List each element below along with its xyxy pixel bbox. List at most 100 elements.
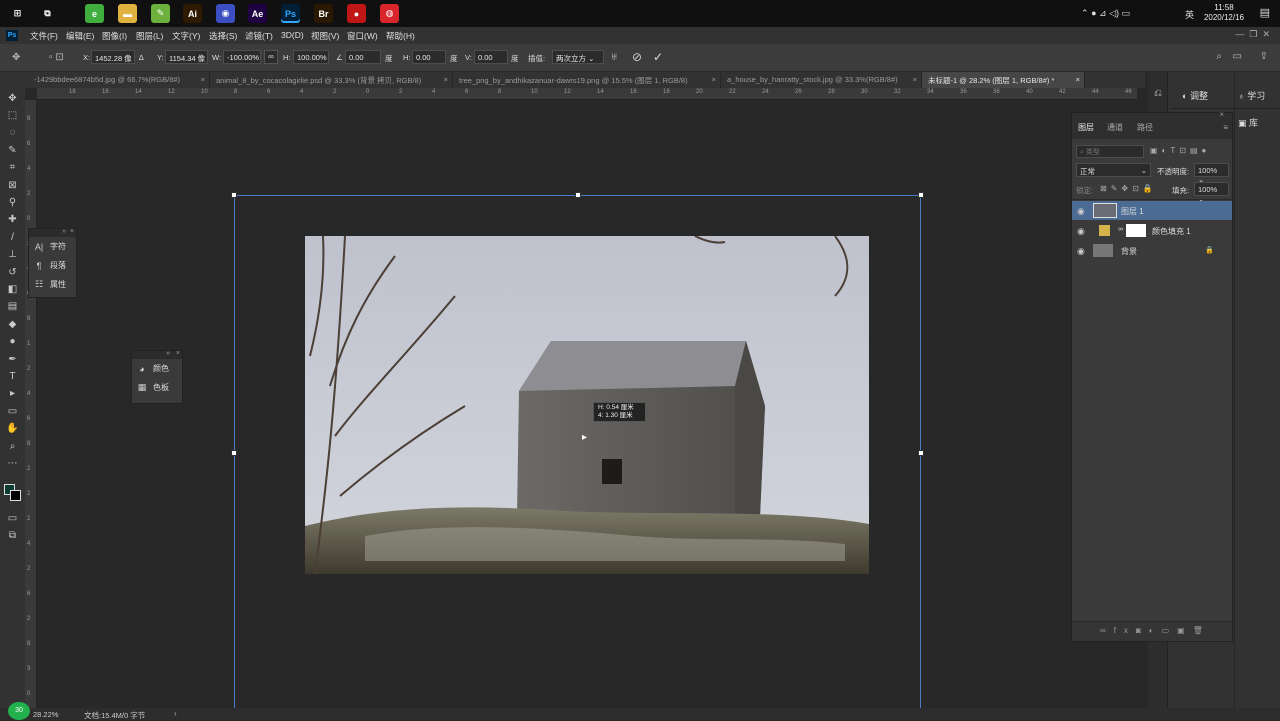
transform-handle-tr[interactable]	[918, 192, 924, 198]
panel-item[interactable]: A| 字符	[29, 237, 76, 256]
layers-footer-icons[interactable]: ∞fx◙◐▭▣🗑	[1072, 621, 1232, 641]
menu-item-9[interactable]: 窗口(W)	[347, 30, 378, 42]
netease-music-icon[interactable]: ◍	[380, 4, 399, 23]
file-explorer-icon[interactable]: ▬	[118, 4, 137, 23]
menu-item-6[interactable]: 滤镜(T)	[245, 30, 273, 42]
history-icon[interactable]: ⎌	[1154, 88, 1162, 99]
document-tab[interactable]: tree_png_by_andhikazanuar-dawrs19.png @ …	[453, 72, 721, 88]
illustrator-icon[interactable]: Ai	[183, 4, 202, 23]
document-tab[interactable]: -1429bbdee6874b5d.jpg @ 66.7%(RGB/8#) ×	[28, 72, 210, 88]
panel-item[interactable]: ☷ 属性	[29, 275, 76, 294]
quick-mask-icon[interactable]: ▭	[5, 511, 20, 525]
panel-header[interactable]: » ×	[29, 228, 76, 237]
zoom-level[interactable]: 28.22%	[33, 710, 58, 719]
lasso-tool-icon[interactable]: ◌	[5, 126, 20, 140]
h-field[interactable]: 100.00%	[293, 50, 329, 64]
tab-paths[interactable]: 路径	[1137, 122, 1153, 133]
panel-item[interactable]: ¶ 段落	[29, 256, 76, 275]
status-badge[interactable]: 30	[8, 702, 30, 720]
adjustments-tab[interactable]: ◐ 调整	[1182, 89, 1208, 102]
frame-tool-icon[interactable]: ⊠	[5, 178, 20, 192]
collapse-icon[interactable]: »	[166, 350, 170, 357]
workspace-icon[interactable]: ▭	[1233, 51, 1242, 62]
collapse-icon[interactable]: »	[62, 228, 66, 235]
tab-channels[interactable]: 通道	[1107, 122, 1123, 133]
notification-icon[interactable]: ▤	[1260, 6, 1270, 19]
after-effects-icon[interactable]: Ae	[248, 4, 267, 23]
background-color[interactable]	[10, 490, 21, 501]
document-tab[interactable]: a_house_by_hanratty_stock.jpg @ 33.3%(RG…	[721, 72, 922, 88]
pen-tool-icon[interactable]: ✒	[5, 352, 20, 366]
lock-icons[interactable]: ⊠✎✥⊡🔒	[1100, 184, 1157, 193]
app-blue-circle-icon[interactable]: ◉	[216, 4, 235, 23]
start-icon[interactable]: ⊞	[8, 4, 27, 23]
screen-mode-icon[interactable]: ⧉	[5, 528, 20, 542]
close-icon[interactable]: ×	[176, 350, 180, 357]
visibility-eye-icon[interactable]: ◉	[1077, 246, 1085, 257]
vskew-field[interactable]: 0.00	[474, 50, 508, 64]
more-tools-icon[interactable]: ⋯	[5, 456, 20, 470]
photoshop-icon[interactable]: Ps	[281, 4, 300, 23]
tab-close-icon[interactable]: ×	[444, 75, 448, 84]
share-icon[interactable]: ⇪	[1260, 51, 1268, 62]
learn-tab[interactable]: ♁ 学习	[1238, 89, 1265, 102]
recorder-icon[interactable]: ●	[347, 4, 366, 23]
opacity-field[interactable]: 100% ⌄	[1194, 163, 1229, 184]
libraries-tab[interactable]: ▣ 库	[1238, 116, 1258, 129]
dodge-tool-icon[interactable]: ●	[5, 335, 20, 349]
menu-item-3[interactable]: 图层(L)	[136, 30, 163, 42]
hskew-field[interactable]: 0.00	[412, 50, 446, 64]
healing-brush-icon[interactable]: ✚	[5, 213, 20, 227]
move-tool-preset-icon[interactable]: ✥	[12, 52, 20, 63]
tray-icons[interactable]: ⌃ ● ⊿ ◁) ▭	[1081, 8, 1130, 19]
layer-row[interactable]: ◉ 图层 1	[1072, 201, 1232, 220]
menu-item-4[interactable]: 文字(Y)	[172, 30, 200, 42]
tab-close-icon[interactable]: ×	[1076, 75, 1080, 84]
menu-item-8[interactable]: 视图(V)	[311, 30, 339, 42]
ime-indicator[interactable]: 英	[1185, 8, 1194, 21]
history-brush-icon[interactable]: ↺	[5, 265, 20, 279]
panel-item[interactable]: ▦ 色板	[132, 378, 182, 397]
transform-handle-tc[interactable]	[575, 192, 581, 198]
blend-mode-select[interactable]: 正常 ⌄	[1076, 163, 1151, 177]
angle-field[interactable]: 0.00	[345, 50, 381, 64]
brush-tool-icon[interactable]: /	[5, 230, 20, 244]
document-tab[interactable]: 未标题-1 @ 28.2% (图层 1, RGB/8#) * ×	[922, 72, 1085, 88]
commit-icon[interactable]: ✓	[653, 50, 663, 64]
bridge-icon[interactable]: Br	[314, 4, 333, 23]
app-green-icon[interactable]: e	[85, 4, 104, 23]
menu-item-5[interactable]: 选择(S)	[209, 30, 237, 42]
app-green-leaf-icon[interactable]: ✎	[151, 4, 170, 23]
tab-close-icon[interactable]: ×	[201, 75, 205, 84]
menu-item-1[interactable]: 编辑(E)	[66, 30, 94, 42]
task-view-icon[interactable]: ⧉	[38, 4, 57, 23]
panel-item[interactable]: ◕ 颜色	[132, 359, 182, 378]
transform-handle-mr[interactable]	[918, 450, 924, 456]
w-field[interactable]: -100.00%	[223, 50, 261, 64]
document-tab[interactable]: animal_8_by_cocacolagirlie.psd @ 33.3% (…	[210, 72, 453, 88]
layer-filter-icons[interactable]: ▣◐T⊡▤●	[1150, 146, 1210, 155]
layer-row[interactable]: ◉ ∞ 颜色填充 1	[1072, 221, 1232, 240]
type-tool-icon[interactable]: T	[5, 369, 20, 383]
panel-close-icon[interactable]: ×	[1219, 110, 1224, 119]
transform-handle-ml[interactable]	[231, 450, 237, 456]
marquee-tool-icon[interactable]: ⬚	[5, 108, 20, 122]
quick-select-icon[interactable]: ✎	[5, 143, 20, 157]
gradient-tool-icon[interactable]: ▤	[5, 300, 20, 314]
zoom-tool-icon[interactable]: ⌕	[5, 439, 20, 453]
cancel-icon[interactable]: ⊘	[632, 50, 642, 64]
link-icon[interactable]: ∞	[264, 50, 278, 64]
menu-item-7[interactable]: 3D(D)	[281, 30, 304, 40]
transform-handle-tl[interactable]	[231, 192, 237, 198]
clone-stamp-icon[interactable]: ⊥	[5, 248, 20, 262]
eyedropper-icon[interactable]: ⚲	[5, 195, 20, 209]
interpolation-select[interactable]: 两次立方 ⌄	[552, 50, 604, 64]
panel-header[interactable]: » ×	[132, 350, 182, 359]
window-controls[interactable]: — ❐ ✕	[1235, 29, 1270, 40]
eraser-icon[interactable]: ◧	[5, 282, 20, 296]
layer-row[interactable]: ◉ 背景 🔒	[1072, 241, 1232, 260]
visibility-eye-icon[interactable]: ◉	[1077, 206, 1085, 217]
hand-tool-icon[interactable]: ✋	[5, 422, 20, 436]
warp-icon[interactable]: ♅	[610, 51, 618, 63]
menu-item-10[interactable]: 帮助(H)	[386, 30, 415, 42]
